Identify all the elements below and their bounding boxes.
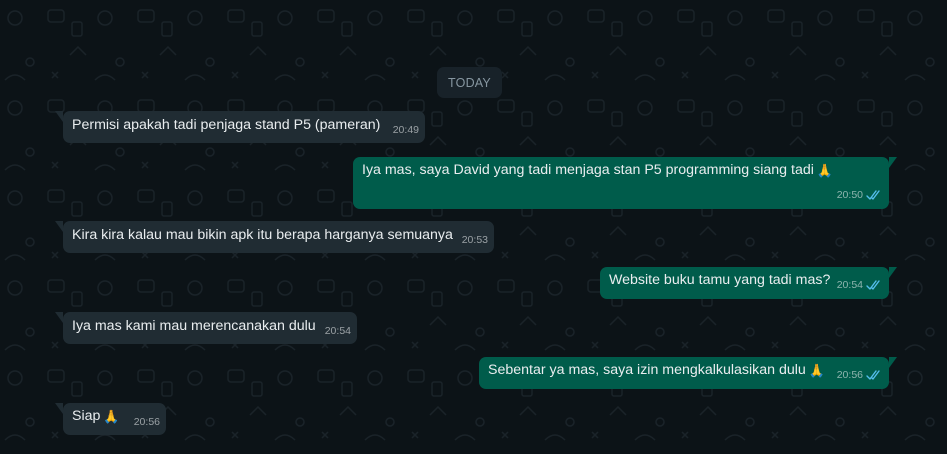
folded-hands-emoji: 🙏 (816, 163, 834, 178)
message-text: Siap 🙏 (72, 407, 120, 426)
read-receipt-icon (866, 280, 882, 291)
message-meta: 20:53 (462, 231, 488, 250)
folded-hands-emoji: 🙏 (103, 409, 120, 424)
message-outgoing[interactable]: Iya mas, saya David yang tadi menjaga st… (353, 157, 897, 209)
message-incoming[interactable]: Siap 🙏 20:56 (55, 403, 166, 435)
message-text-body: Siap (72, 408, 101, 424)
bubble-tail (55, 111, 63, 122)
message-time: 20:49 (392, 124, 419, 136)
message-incoming[interactable]: Iya mas kami mau merencanakan dulu 20:54 (55, 312, 357, 344)
message-outgoing[interactable]: Website buku tamu yang tadi mas? 20:54 (600, 267, 897, 299)
message-meta: 20:50 (837, 186, 882, 205)
message-text: Website buku tamu yang tadi mas? (609, 272, 831, 288)
bubble-tail (55, 312, 63, 323)
message-text: Kira kira kalau mau bikin apk itu berapa… (72, 227, 453, 243)
date-divider: TODAY (437, 67, 502, 98)
message-meta: 20:56 (837, 366, 882, 385)
message-time: 20:50 (836, 189, 863, 201)
message-time: 20:54 (324, 325, 351, 337)
bubble-tail (889, 357, 897, 368)
folded-hands-emoji: 🙏 (808, 363, 825, 378)
bubble-tail (55, 403, 63, 414)
read-receipt-icon (866, 190, 882, 201)
read-receipt-icon (866, 370, 882, 381)
message-text: Iya mas kami mau merencanakan dulu (72, 318, 316, 334)
bubble-tail (889, 157, 897, 168)
message-time: 20:56 (836, 369, 863, 381)
message-meta: 20:54 (325, 322, 351, 341)
message-meta: 20:49 (393, 121, 419, 140)
message-meta: 20:54 (837, 276, 882, 295)
message-incoming[interactable]: Kira kira kalau mau bikin apk itu berapa… (55, 221, 494, 253)
message-text-body: Sebentar ya mas, saya izin mengkalkulasi… (488, 362, 806, 378)
message-time: 20:56 (133, 416, 160, 428)
message-time: 20:54 (836, 279, 863, 291)
bubble-tail (55, 221, 63, 232)
message-time: 20:53 (461, 234, 488, 246)
message-text: Iya mas, saya David yang tadi menjaga st… (362, 161, 833, 180)
message-outgoing[interactable]: Sebentar ya mas, saya izin mengkalkulasi… (479, 357, 897, 389)
message-text-body: Iya mas, saya David yang tadi menjaga st… (362, 162, 814, 178)
message-meta: 20:56 (134, 413, 160, 432)
conversation-panel: TODAY Permisi apakah tadi penjaga stand … (0, 0, 947, 454)
bubble-tail (889, 267, 897, 278)
message-text: Permisi apakah tadi penjaga stand P5 (pa… (72, 117, 381, 133)
message-text: Sebentar ya mas, saya izin mengkalkulasi… (488, 361, 825, 380)
message-incoming[interactable]: Permisi apakah tadi penjaga stand P5 (pa… (55, 111, 425, 143)
